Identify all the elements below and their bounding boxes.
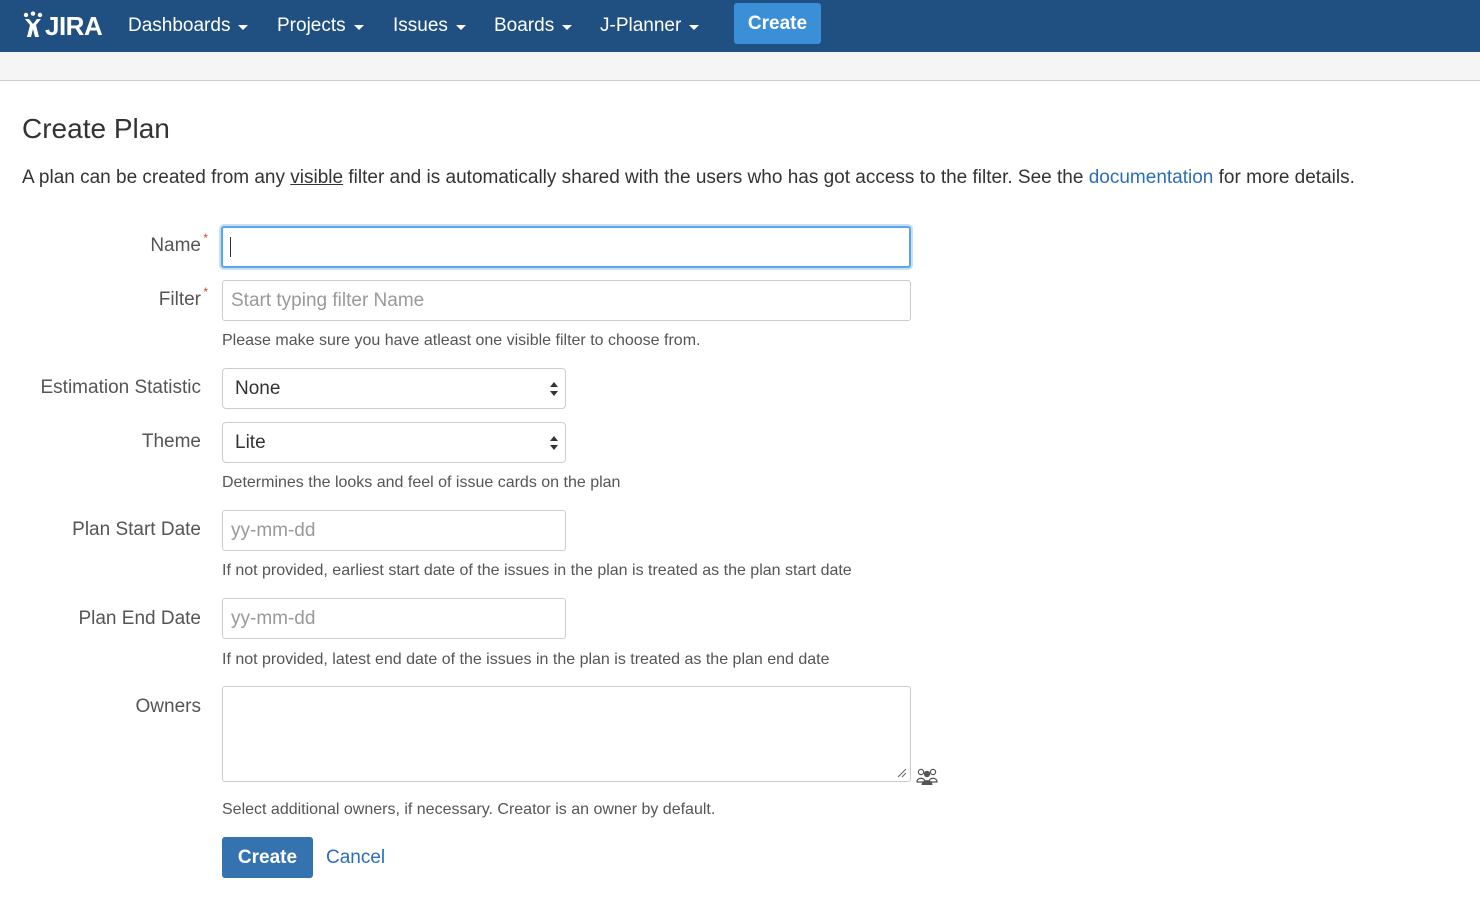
nav-dashboards-label: Dashboards bbox=[128, 15, 231, 36]
logo-text: JIRA bbox=[45, 10, 103, 41]
filter-label-text: Filter bbox=[158, 289, 201, 310]
theme-selected: Lite bbox=[235, 431, 266, 453]
theme-help: Determines the looks and feel of issue c… bbox=[222, 474, 621, 491]
estimation-select[interactable]: None bbox=[222, 368, 566, 409]
caret-down-icon bbox=[353, 24, 364, 30]
filter-label: Filter * bbox=[158, 285, 208, 311]
required-marker: * bbox=[203, 231, 208, 245]
select-arrows-icon bbox=[550, 435, 558, 450]
nav-projects[interactable]: Projects bbox=[277, 0, 364, 52]
select-arrows-icon bbox=[550, 381, 558, 396]
nav-j-planner[interactable]: J-Planner bbox=[600, 0, 700, 52]
caret-down-icon bbox=[455, 24, 466, 30]
intro-prefix: A plan can be created from any bbox=[22, 167, 291, 188]
nav-boards[interactable]: Boards bbox=[494, 0, 573, 52]
top-nav-bar: JIRA Dashboards Projects Issues Boards J… bbox=[0, 0, 1480, 52]
start-date-label: Plan Start Date bbox=[72, 519, 201, 540]
owners-textarea[interactable] bbox=[222, 686, 911, 782]
intro-suffix: for more details. bbox=[1213, 167, 1355, 188]
nav-boards-label: Boards bbox=[494, 15, 555, 36]
cancel-link[interactable]: Cancel bbox=[326, 847, 385, 869]
nav-dashboards[interactable]: Dashboards bbox=[128, 0, 249, 52]
caret-down-icon bbox=[689, 24, 700, 30]
required-marker: * bbox=[203, 285, 208, 299]
resize-grip-icon[interactable] bbox=[897, 768, 907, 778]
nav-j-planner-label: J-Planner bbox=[600, 15, 682, 36]
estimation-selected: None bbox=[235, 377, 281, 399]
filter-help: Please make sure you have atleast one vi… bbox=[222, 332, 701, 349]
intro-text: A plan can be created from any visible f… bbox=[22, 167, 1355, 189]
estimation-label: Estimation Statistic bbox=[40, 377, 202, 398]
jira-logo-icon bbox=[23, 11, 43, 37]
name-label-text: Name bbox=[150, 235, 201, 256]
text-cursor bbox=[230, 237, 231, 257]
jira-logo[interactable]: JIRA bbox=[22, 8, 103, 44]
end-date-label: Plan End Date bbox=[78, 608, 201, 629]
sub-nav-bar bbox=[0, 52, 1480, 81]
intro-visible-word: visible bbox=[290, 167, 344, 188]
start-date-help: If not provided, earliest start date of … bbox=[222, 562, 852, 579]
theme-select[interactable]: Lite bbox=[222, 422, 566, 463]
nav-create-button[interactable]: Create bbox=[734, 3, 821, 44]
owners-help: Select additional owners, if necessary. … bbox=[222, 801, 716, 818]
page-title: Create Plan bbox=[22, 113, 170, 144]
caret-down-icon bbox=[562, 24, 573, 30]
name-input[interactable] bbox=[221, 226, 911, 268]
end-date-input[interactable] bbox=[222, 598, 566, 639]
create-plan-button[interactable]: Create bbox=[222, 837, 313, 878]
intro-middle: filter and is automatically shared with … bbox=[343, 167, 1089, 188]
nav-issues-label: Issues bbox=[393, 15, 448, 36]
nav-issues[interactable]: Issues bbox=[393, 0, 466, 52]
caret-down-icon bbox=[238, 24, 249, 30]
name-label: Name * bbox=[150, 231, 208, 257]
nav-projects-label: Projects bbox=[277, 15, 346, 36]
user-picker-icon[interactable] bbox=[916, 766, 938, 786]
documentation-link[interactable]: documentation bbox=[1089, 167, 1214, 188]
owners-label: Owners bbox=[135, 696, 201, 717]
filter-input[interactable] bbox=[222, 280, 911, 321]
end-date-help: If not provided, latest end date of the … bbox=[222, 651, 830, 668]
start-date-input[interactable] bbox=[222, 510, 566, 551]
theme-label: Theme bbox=[141, 431, 201, 452]
